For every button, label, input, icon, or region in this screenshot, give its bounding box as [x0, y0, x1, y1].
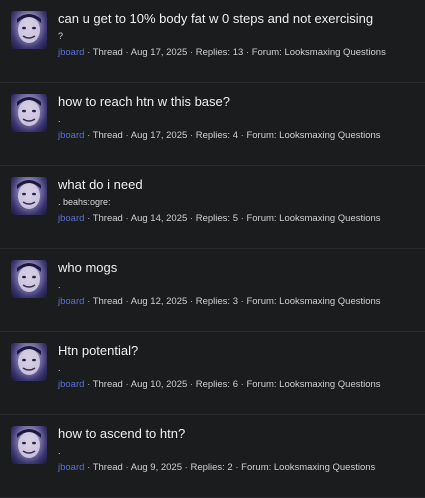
thread-meta: jboard · Thread · Aug 10, 2025 · Replies…	[58, 379, 421, 391]
meta-separator: ·	[125, 213, 129, 224]
reply-count: Replies: 5	[195, 213, 238, 224]
search-result-item[interactable]: can u get to 10% body fat w 0 steps and …	[0, 0, 425, 83]
forum-link[interactable]: Forum: Looksmaxing Questions	[246, 296, 380, 307]
thread-title-link[interactable]: can u get to 10% body fat w 0 steps and …	[58, 11, 417, 27]
thread-snippet: . beahs:ogre:	[58, 197, 111, 207]
meta-separator: ·	[125, 47, 129, 58]
thread-meta: jboard · Thread · Aug 17, 2025 · Replies…	[58, 130, 421, 142]
user-avatar[interactable]	[11, 426, 47, 464]
forum-link[interactable]: Forum: Looksmaxing Questions	[246, 379, 380, 390]
post-date: Aug 10, 2025	[130, 379, 188, 390]
meta-separator: ·	[125, 296, 129, 307]
post-date: Aug 17, 2025	[130, 130, 188, 141]
thread-title-link[interactable]: how to ascend to htn?	[58, 426, 417, 442]
user-avatar[interactable]	[11, 94, 47, 132]
meta-separator: ·	[87, 130, 91, 141]
thread-snippet: .	[58, 114, 61, 124]
meta-separator: ·	[125, 379, 129, 390]
forum-link[interactable]: Forum: Looksmaxing Questions	[246, 130, 380, 141]
content-type-label: Thread	[92, 213, 123, 224]
meta-separator: ·	[87, 462, 91, 473]
reply-count: Replies: 3	[195, 296, 238, 307]
thread-snippet: ?	[58, 31, 64, 41]
meta-separator: ·	[87, 213, 91, 224]
post-date: Aug 17, 2025	[130, 47, 188, 58]
avatar-face-icon	[17, 346, 41, 375]
post-date: Aug 9, 2025	[130, 462, 182, 473]
meta-separator: ·	[87, 47, 91, 58]
thread-title-link[interactable]: Htn potential?	[58, 343, 417, 359]
thread-snippet: .	[58, 446, 61, 456]
search-result-item[interactable]: how to ascend to htn? . jboard · Thread …	[0, 415, 425, 498]
meta-separator: ·	[189, 47, 194, 58]
meta-separator: ·	[184, 462, 188, 473]
meta-separator: ·	[240, 213, 244, 224]
forum-link[interactable]: Forum: Looksmaxing Questions	[246, 213, 380, 224]
thread-meta: jboard · Thread · Aug 14, 2025 · Replies…	[58, 213, 421, 225]
username-link[interactable]: jboard	[58, 130, 84, 141]
meta-separator: ·	[245, 47, 250, 58]
username-link[interactable]: jboard	[58, 296, 84, 307]
thread-title-link[interactable]: what do i need	[58, 177, 417, 193]
avatar-face-icon	[17, 263, 41, 292]
username-link[interactable]: jboard	[58, 379, 84, 390]
thread-meta: jboard · Thread · Aug 17, 2025 · Replies…	[58, 47, 421, 59]
content-type-label: Thread	[92, 130, 123, 141]
meta-separator: ·	[235, 462, 239, 473]
user-avatar[interactable]	[11, 11, 47, 49]
thread-snippet: .	[58, 363, 61, 373]
meta-separator: ·	[87, 296, 91, 307]
user-avatar[interactable]	[11, 343, 47, 381]
search-result-item[interactable]: how to reach htn w this base? . jboard ·…	[0, 83, 425, 166]
post-date: Aug 14, 2025	[130, 213, 188, 224]
meta-separator: ·	[240, 296, 244, 307]
meta-separator: ·	[125, 462, 129, 473]
forum-link[interactable]: Forum: Looksmaxing Questions	[241, 462, 375, 473]
meta-separator: ·	[125, 130, 129, 141]
username-link[interactable]: jboard	[58, 47, 84, 58]
thread-title-link[interactable]: who mogs	[58, 260, 417, 276]
search-result-item[interactable]: Htn potential? . jboard · Thread · Aug 1…	[0, 332, 425, 415]
avatar-face-icon	[17, 429, 41, 458]
content-type-label: Thread	[92, 462, 123, 473]
username-link[interactable]: jboard	[58, 462, 84, 473]
content-type-label: Thread	[92, 47, 123, 58]
meta-separator: ·	[189, 296, 194, 307]
thread-meta: jboard · Thread · Aug 12, 2025 · Replies…	[58, 296, 421, 308]
meta-separator: ·	[189, 130, 194, 141]
thread-title-link[interactable]: how to reach htn w this base?	[58, 94, 417, 110]
username-link[interactable]: jboard	[58, 213, 84, 224]
meta-separator: ·	[189, 213, 194, 224]
meta-separator: ·	[240, 130, 244, 141]
thread-snippet: .	[58, 280, 61, 290]
search-result-item[interactable]: who mogs . jboard · Thread · Aug 12, 202…	[0, 249, 425, 332]
meta-separator: ·	[87, 379, 91, 390]
reply-count: Replies: 13	[195, 47, 244, 58]
meta-separator: ·	[189, 379, 194, 390]
reply-count: Replies: 4	[195, 130, 238, 141]
search-results-list: can u get to 10% body fat w 0 steps and …	[0, 0, 425, 498]
avatar-face-icon	[17, 97, 41, 126]
reply-count: Replies: 6	[195, 379, 238, 390]
forum-link[interactable]: Forum: Looksmaxing Questions	[252, 47, 386, 58]
user-avatar[interactable]	[11, 177, 47, 215]
content-type-label: Thread	[92, 296, 123, 307]
content-type-label: Thread	[92, 379, 123, 390]
thread-meta: jboard · Thread · Aug 9, 2025 · Replies:…	[58, 462, 421, 474]
user-avatar[interactable]	[11, 260, 47, 298]
avatar-face-icon	[17, 180, 41, 209]
meta-separator: ·	[240, 379, 244, 390]
search-result-item[interactable]: what do i need . beahs:ogre: jboard · Th…	[0, 166, 425, 249]
avatar-face-icon	[17, 14, 41, 43]
post-date: Aug 12, 2025	[130, 296, 188, 307]
reply-count: Replies: 2	[190, 462, 233, 473]
